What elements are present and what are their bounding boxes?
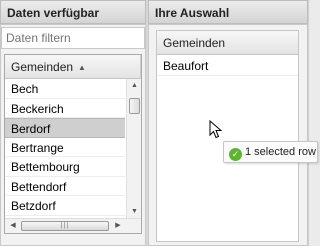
vertical-scrollbar[interactable]: ▲ ▼	[126, 79, 141, 219]
list-item[interactable]: Bettembourg	[5, 157, 125, 177]
scroll-down-icon[interactable]: ▼	[128, 205, 141, 219]
selection-grid: Gemeinden Beaufort	[156, 30, 299, 242]
selection-panel-title: Ihre Auswahl	[155, 6, 230, 20]
mouse-pointer-icon	[209, 120, 223, 139]
list-item[interactable]: Betzdorf	[5, 196, 125, 216]
vertical-scroll-thumb[interactable]	[129, 98, 140, 114]
list-item-selected[interactable]: Berdorf	[5, 118, 125, 138]
column-header-gemeinden[interactable]: Gemeinden ▲	[5, 55, 141, 79]
selection-column-label: Gemeinden	[163, 36, 226, 50]
horizontal-scroll-thumb[interactable]: |||	[21, 221, 109, 231]
selection-column-header[interactable]: Gemeinden	[157, 31, 298, 55]
scroll-left-icon[interactable]: ◀	[6, 219, 20, 233]
available-rows: Bech Beckerich Berdorf Bertrange Bettemb…	[5, 79, 125, 216]
list-item[interactable]: Bertrange	[5, 138, 125, 157]
sort-ascending-icon[interactable]: ▲	[78, 63, 86, 72]
list-item[interactable]: Bettendorf	[5, 177, 125, 196]
check-circle-icon: ✓	[229, 148, 242, 161]
right-panel-edge	[308, 0, 320, 246]
available-panel-header: Daten verfügbar	[0, 0, 146, 24]
list-item[interactable]: Beckerich	[5, 99, 125, 118]
selection-count-tooltip: ✓ 1 selected row	[223, 141, 318, 163]
column-header-label: Gemeinden	[11, 60, 74, 74]
data-filter-input[interactable]	[1, 27, 145, 49]
scroll-up-icon[interactable]: ▲	[128, 79, 141, 93]
horizontal-scrollbar[interactable]: ◀ ||| ▶	[5, 218, 141, 233]
scroll-right-icon[interactable]: ▶	[111, 219, 125, 233]
column-separator	[140, 55, 141, 79]
available-grid: Gemeinden ▲ Bech Beckerich Berdorf Bertra…	[4, 54, 142, 234]
list-item[interactable]: Bech	[5, 79, 125, 99]
available-panel-title: Daten verfügbar	[7, 6, 100, 20]
tooltip-text: 1 selected row	[245, 146, 316, 158]
selection-panel-header: Ihre Auswahl	[148, 0, 308, 24]
selected-list-item[interactable]: Beaufort	[157, 55, 298, 76]
